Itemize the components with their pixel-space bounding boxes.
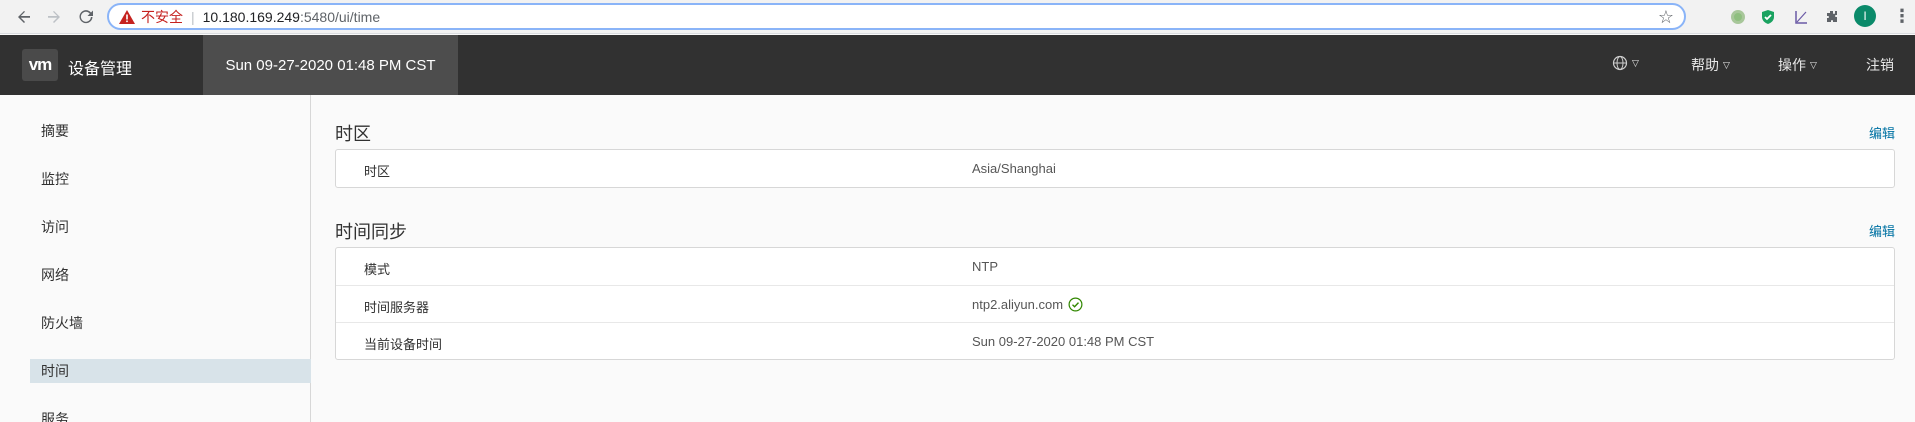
table-row: 当前设备时间 Sun 09-27-2020 01:48 PM CST <box>336 322 1894 359</box>
timezone-section-title: 时区 <box>335 124 371 144</box>
row-label: 当前设备时间 <box>364 337 443 352</box>
bookmark-star-icon[interactable]: ☆ <box>1658 7 1674 28</box>
sidebar-item-monitor[interactable]: 监控 <box>30 167 311 191</box>
chevron-down-icon: ▽ <box>1632 57 1639 68</box>
language-menu[interactable]: ▽ <box>1612 55 1639 71</box>
sidebar-item-firewall[interactable]: 防火墙 <box>30 311 311 335</box>
browser-toolbar: 不安全 | 10.180.169.249:5480/ui/time ☆ I ⋮ <box>0 0 1915 34</box>
sync-card: 模式 NTP 时间服务器 ntp2.aliyun.com 当前设备时间 Sun … <box>335 247 1895 360</box>
chevron-down-icon: ▽ <box>1810 59 1817 70</box>
row-label: 时区 <box>364 164 391 179</box>
url-path: :5480/ui/time <box>299 8 381 25</box>
warning-icon <box>119 9 135 24</box>
help-label: 帮助 <box>1691 57 1719 73</box>
app-title: 设备管理 <box>68 61 133 78</box>
row-value-with-status: ntp2.aliyun.com <box>972 297 1083 312</box>
check-circle-icon <box>1068 297 1083 312</box>
vm-logo: vm <box>22 49 58 81</box>
row-value: NTP <box>972 259 998 274</box>
url-separator: | <box>191 8 195 25</box>
sidebar: 摘要 监控 访问 网络 防火墙 时间 服务 <box>0 95 311 422</box>
profile-avatar[interactable]: I <box>1854 5 1876 27</box>
logout-link[interactable]: 注销 <box>1866 55 1894 75</box>
timezone-edit-link[interactable]: 编辑 <box>1869 123 1895 142</box>
sidebar-item-time[interactable]: 时间 <box>30 359 311 383</box>
actions-menu[interactable]: 操作 ▽ <box>1778 55 1817 75</box>
sidebar-item-services[interactable]: 服务 <box>30 407 311 422</box>
url-host: 10.180.169.249 <box>202 8 300 25</box>
puzzle-extensions-icon[interactable] <box>1822 7 1842 27</box>
more-menu-icon[interactable]: ⋮ <box>1893 6 1911 27</box>
timezone-card: 时区 Asia/Shanghai <box>335 149 1895 188</box>
forward-icon[interactable] <box>40 3 68 31</box>
reload-icon[interactable] <box>72 3 100 31</box>
chevron-down-icon: ▽ <box>1723 59 1730 70</box>
row-value: Asia/Shanghai <box>972 161 1056 176</box>
ntp-server-value: ntp2.aliyun.com <box>972 297 1064 312</box>
table-row: 时区 Asia/Shanghai <box>336 150 1894 187</box>
table-row: 时间服务器 ntp2.aliyun.com <box>336 285 1894 322</box>
back-icon[interactable] <box>10 3 38 31</box>
insecure-label: 不安全 <box>141 8 183 25</box>
app-header: vm 设备管理 Sun 09-27-2020 01:48 PM CST ▽ 帮助… <box>0 35 1915 95</box>
address-bar[interactable]: 不安全 | 10.180.169.249:5480/ui/time ☆ <box>107 3 1686 30</box>
sync-section-title: 时间同步 <box>335 222 407 242</box>
header-date: Sun 09-27-2020 01:48 PM CST <box>203 35 458 95</box>
row-value: Sun 09-27-2020 01:48 PM CST <box>972 334 1155 349</box>
sidebar-item-network[interactable]: 网络 <box>30 263 311 287</box>
row-label: 模式 <box>364 262 391 277</box>
sync-edit-link[interactable]: 编辑 <box>1869 221 1895 240</box>
globe-icon <box>1612 55 1628 71</box>
geometry-extension-icon[interactable] <box>1791 7 1811 27</box>
extension-circle-icon[interactable] <box>1728 7 1748 27</box>
sidebar-item-access[interactable]: 访问 <box>30 215 311 239</box>
row-label: 时间服务器 <box>364 300 430 315</box>
sidebar-item-summary[interactable]: 摘要 <box>30 119 311 143</box>
shield-extension-icon[interactable] <box>1758 7 1778 27</box>
table-row: 模式 NTP <box>336 248 1894 285</box>
actions-label: 操作 <box>1778 57 1806 73</box>
help-menu[interactable]: 帮助 ▽ <box>1691 55 1730 75</box>
